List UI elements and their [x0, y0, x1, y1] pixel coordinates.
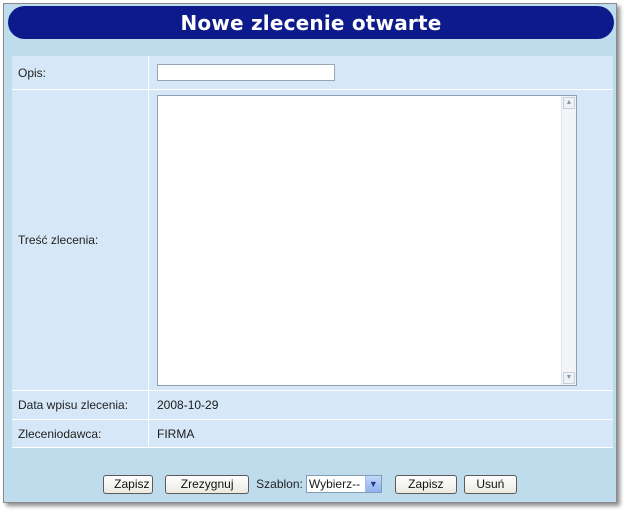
chevron-up-icon[interactable]: ▲	[563, 96, 575, 109]
textarea-scrollbar[interactable]: ▲ ▼	[561, 95, 576, 385]
form-row-data: Data wpisu zlecenia: 2008-10-29	[12, 390, 613, 420]
action-bar: Zapisz Zrezygnuj Szablon: Wybierz-- ▼ Za…	[4, 473, 616, 495]
chevron-down-icon[interactable]: ▼	[563, 371, 575, 384]
delete-template-button[interactable]: Usuń	[463, 474, 517, 494]
opis-label: Opis:	[12, 56, 149, 90]
data-label: Data wpisu zlecenia:	[12, 390, 149, 420]
template-select-value: Wybierz--	[308, 477, 361, 491]
form-row-zleceniodawca: Zleceniodawca: FIRMA	[12, 419, 613, 448]
zleceniodawca-value: FIRMA	[148, 419, 613, 448]
cancel-button[interactable]: Zrezygnuj	[165, 474, 250, 494]
zleceniodawca-label: Zleceniodawca:	[12, 419, 149, 448]
dialog-title: Nowe zlecenie otwarte	[8, 6, 614, 39]
tresc-label: Treść zlecenia:	[12, 89, 149, 391]
save-template-button[interactable]: Zapisz	[394, 474, 457, 494]
order-form: Opis: Treść zlecenia: ▲ ▼ Data wpisu zle…	[12, 56, 613, 448]
chevron-down-icon[interactable]: ▼	[364, 476, 381, 492]
opis-input[interactable]	[157, 64, 335, 81]
save-button[interactable]: Zapisz	[103, 474, 154, 494]
tresc-cell: ▲ ▼	[148, 89, 613, 391]
tresc-textarea[interactable]: ▲ ▼	[157, 94, 577, 386]
data-value: 2008-10-29	[148, 390, 613, 420]
dialog-window: Nowe zlecenie otwarte Opis: Treść zlecen…	[3, 3, 617, 503]
opis-cell	[148, 56, 613, 90]
form-row-tresc: Treść zlecenia: ▲ ▼	[12, 89, 613, 391]
form-row-opis: Opis:	[12, 56, 613, 90]
template-label: Szablon:	[256, 477, 303, 491]
template-select[interactable]: Wybierz-- ▼	[305, 475, 382, 493]
